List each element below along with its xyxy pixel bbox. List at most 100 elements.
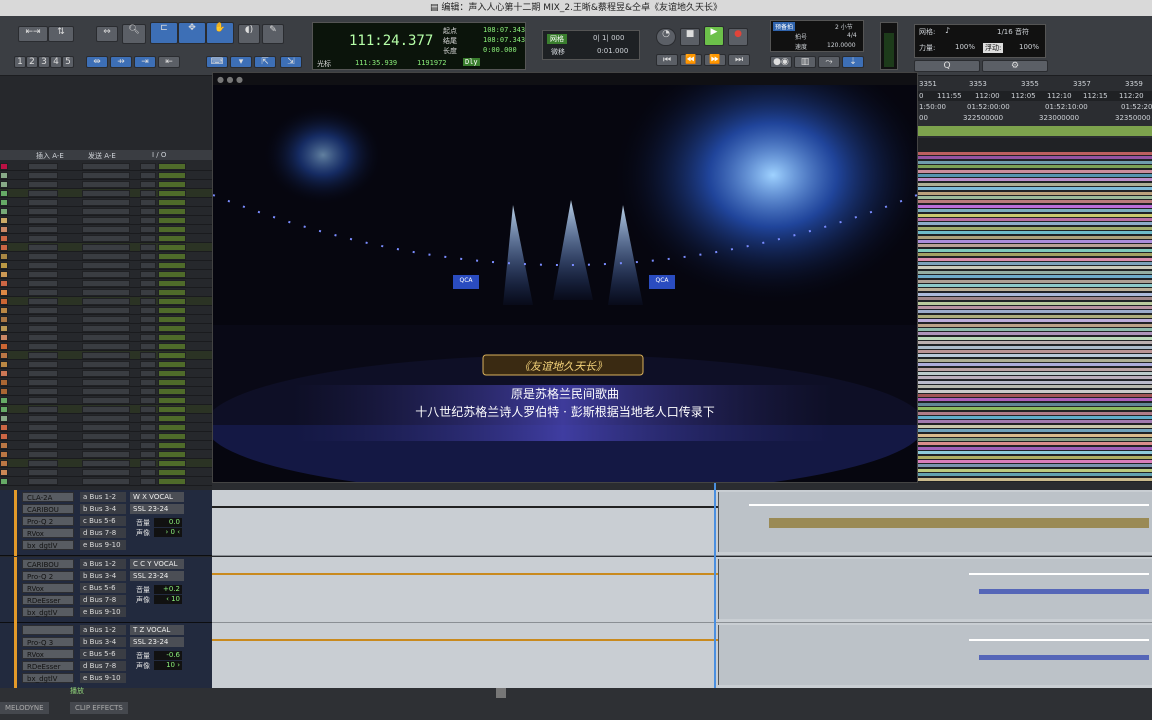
track-playlist-area[interactable] xyxy=(917,138,1152,482)
track-lane[interactable] xyxy=(917,402,1152,406)
track-lane[interactable] xyxy=(917,191,1152,195)
track-row[interactable] xyxy=(0,414,212,423)
insert-plugin[interactable]: bx_dgtlV xyxy=(22,540,74,550)
insert-slot[interactable] xyxy=(28,451,58,458)
voice-slot[interactable] xyxy=(158,442,186,449)
insert-plugin[interactable]: bx_dgtlV xyxy=(22,673,74,683)
voice-slot[interactable] xyxy=(158,352,186,359)
insert-slot[interactable] xyxy=(28,442,58,449)
io-slot[interactable] xyxy=(140,298,156,305)
track-lane[interactable] xyxy=(917,420,1152,424)
metronome-button[interactable]: ▥ xyxy=(794,56,816,68)
track-output-select[interactable]: SSL 23-24 xyxy=(130,504,184,514)
track-lane[interactable] xyxy=(917,301,1152,305)
send-slot[interactable] xyxy=(82,262,130,269)
track-lane[interactable] xyxy=(917,380,1152,384)
send-bus[interactable]: d Bus 7-8 xyxy=(80,661,126,671)
io-slot[interactable] xyxy=(140,451,156,458)
insert-slot[interactable] xyxy=(28,478,58,485)
send-slot[interactable] xyxy=(82,271,130,278)
quantize-icon[interactable]: Q xyxy=(914,60,980,72)
track-output-select[interactable]: SSL 23-24 xyxy=(130,571,184,581)
voice-slot[interactable] xyxy=(158,478,186,485)
dly-badge[interactable]: Dly xyxy=(463,58,480,66)
track-output-select[interactable]: SSL 23-24 xyxy=(130,637,184,647)
io-slot[interactable] xyxy=(140,325,156,332)
track-row[interactable] xyxy=(0,351,212,360)
track-row[interactable] xyxy=(0,252,212,261)
track-row[interactable] xyxy=(0,459,212,468)
io-slot[interactable] xyxy=(140,424,156,431)
io-slot[interactable] xyxy=(140,271,156,278)
send-slot[interactable] xyxy=(82,379,130,386)
insert-plugin[interactable]: Pro-Q 3 xyxy=(22,637,74,647)
track-lane[interactable] xyxy=(917,187,1152,191)
voice-slot[interactable] xyxy=(158,298,186,305)
voice-slot[interactable] xyxy=(158,226,186,233)
insert-slot[interactable] xyxy=(28,460,58,467)
insert-slot[interactable] xyxy=(28,397,58,404)
voice-slot[interactable] xyxy=(158,262,186,269)
voice-slot[interactable] xyxy=(158,307,186,314)
track-lane[interactable] xyxy=(917,345,1152,349)
online-icon[interactable]: ◔ xyxy=(656,28,676,46)
nudge-value[interactable]: 0:01.000 xyxy=(597,47,628,55)
send-slot[interactable] xyxy=(82,280,130,287)
stop-button[interactable]: ■ xyxy=(680,28,700,46)
voice-slot[interactable] xyxy=(158,388,186,395)
voice-slot[interactable] xyxy=(158,289,186,296)
video-window[interactable]: ● ● ● QCA QCA 《友谊地久天长》 原是苏格兰民间歌曲 十八世纪苏格兰… xyxy=(212,72,918,483)
track-lane[interactable] xyxy=(917,196,1152,199)
grabber-hand-icon[interactable]: ✋ xyxy=(206,22,234,44)
track-lane[interactable] xyxy=(917,328,1152,331)
float-value[interactable]: 100% xyxy=(1019,43,1039,51)
insert-slot[interactable] xyxy=(28,190,58,197)
insert-plugin[interactable]: CARIBOU xyxy=(22,504,74,514)
voice-slot[interactable] xyxy=(158,361,186,368)
io-slot[interactable] xyxy=(140,343,156,350)
track-lane[interactable] xyxy=(917,336,1152,340)
insert-slot[interactable] xyxy=(28,289,58,296)
voice-slot[interactable] xyxy=(158,181,186,188)
track-row[interactable] xyxy=(0,360,212,369)
io-slot[interactable] xyxy=(140,235,156,242)
track-row[interactable] xyxy=(0,333,212,342)
track-lane[interactable] xyxy=(917,266,1152,270)
voice-slot[interactable] xyxy=(158,379,186,386)
track-name-input[interactable]: T Z VOCAL xyxy=(130,625,184,635)
track-lane[interactable] xyxy=(917,332,1152,336)
track-row[interactable] xyxy=(0,216,212,225)
track-lane[interactable] xyxy=(917,438,1152,441)
track-lane[interactable] xyxy=(917,455,1152,459)
track-lane[interactable] xyxy=(917,222,1152,226)
voice-slot[interactable] xyxy=(158,253,186,260)
io-slot[interactable] xyxy=(140,361,156,368)
io-slot[interactable] xyxy=(140,316,156,323)
fast-forward-button[interactable]: ⏩ xyxy=(704,54,726,66)
send-bus[interactable]: e Bus 9-10 xyxy=(80,673,126,683)
insert-slot[interactable] xyxy=(28,226,58,233)
insert-slot[interactable] xyxy=(28,415,58,422)
voice-slot[interactable] xyxy=(158,343,186,350)
track-row[interactable] xyxy=(0,270,212,279)
io-slot[interactable] xyxy=(140,469,156,476)
insert-slot[interactable] xyxy=(28,370,58,377)
rewind-start-button[interactable]: ⏮ xyxy=(656,54,678,66)
window-controls[interactable]: ● ● ● xyxy=(217,75,257,84)
track-lane[interactable] xyxy=(917,376,1152,380)
insert-slot[interactable] xyxy=(28,316,58,323)
velocity-value[interactable]: 100% xyxy=(955,43,975,51)
insert-slot[interactable] xyxy=(28,163,58,170)
zoom-toggle-button[interactable]: ⇤⇥ xyxy=(18,26,48,42)
track-lane[interactable] xyxy=(917,429,1152,433)
insert-slot[interactable] xyxy=(28,307,58,314)
io-slot[interactable] xyxy=(140,460,156,467)
track-lane[interactable] xyxy=(917,385,1152,389)
track-row[interactable] xyxy=(0,342,212,351)
track-lane[interactable] xyxy=(917,363,1152,367)
volume-automation-line[interactable] xyxy=(212,506,718,508)
link-track-button[interactable]: ⇸ xyxy=(110,56,132,68)
volume-value[interactable]: +0.2 xyxy=(154,585,182,594)
voice-slot[interactable] xyxy=(158,460,186,467)
cursor-mode-button[interactable]: ⇱ xyxy=(254,56,276,68)
